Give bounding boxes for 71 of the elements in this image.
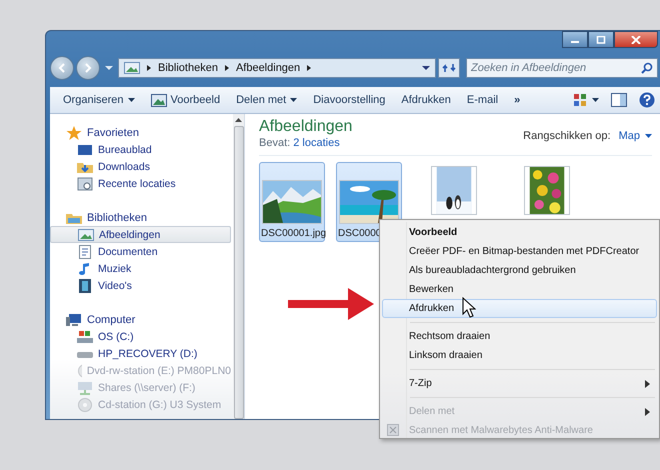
arrange-dropdown[interactable]: Map	[618, 130, 652, 142]
address-bar[interactable]: Bibliotheken Afbeeldingen	[118, 58, 436, 78]
menu-item[interactable]: Linksom draaien	[382, 346, 657, 365]
chevron-icon[interactable]	[222, 64, 231, 72]
toolbar-button[interactable]: Delen met	[229, 92, 304, 108]
nav-item[interactable]: Documenten	[50, 243, 231, 260]
refresh-icon	[442, 62, 456, 74]
chevron-icon[interactable]	[145, 64, 153, 72]
nav-group-header[interactable]: Bibliotheken	[50, 209, 233, 226]
maximize-icon	[596, 36, 606, 44]
nav-item[interactable]: OS (C:)	[50, 328, 231, 345]
nav-item[interactable]: Bureaublad	[50, 141, 231, 158]
nav-item[interactable]: Recente locaties	[50, 175, 231, 192]
toolbar-button[interactable]: Diavoorstelling	[306, 92, 392, 108]
caret-icon	[128, 98, 135, 102]
search-icon[interactable]	[641, 62, 653, 74]
file-tile[interactable]: DSC00001.jpg	[259, 162, 325, 242]
submenu-arrow-icon	[645, 408, 650, 416]
arrange-label: Rangschikken op:	[523, 130, 611, 142]
menu-item[interactable]: Bewerken	[382, 280, 657, 299]
maximize-button[interactable]	[588, 31, 614, 48]
back-button[interactable]	[50, 56, 74, 80]
mouse-cursor-icon	[462, 297, 476, 319]
nav-item[interactable]: Afbeeldingen	[50, 226, 231, 243]
nav-item[interactable]: Video's	[50, 277, 231, 294]
nav-item[interactable]: Muziek	[50, 260, 231, 277]
pictures-icon	[124, 62, 140, 74]
pic-icon	[78, 228, 94, 242]
view-grid-icon	[573, 93, 599, 107]
locations-link[interactable]: 2 locaties	[293, 137, 340, 149]
dropdown-icon[interactable]	[422, 65, 430, 71]
star-icon	[66, 126, 82, 140]
menu-item[interactable]: 7-Zip	[382, 374, 657, 393]
toolbar-button[interactable]: Organiseren	[56, 92, 142, 108]
toolbar-button[interactable]: Voorbeeld	[144, 92, 228, 108]
doc-icon	[77, 244, 93, 258]
breadcrumb[interactable]: Afbeeldingen	[236, 62, 300, 74]
nav-item[interactable]: Downloads	[50, 158, 231, 175]
menu-item[interactable]: Afdrukken	[382, 299, 657, 318]
refresh-button[interactable]	[438, 58, 460, 78]
submenu-arrow-icon	[645, 380, 650, 388]
breadcrumb[interactable]: Bibliotheken	[158, 62, 218, 74]
menu-item[interactable]: Als bureaubladachtergrond gebruiken	[382, 261, 657, 280]
library-title: Afbeeldingen	[259, 118, 352, 136]
nav-group-header[interactable]: Favorieten	[50, 124, 233, 141]
menu-item[interactable]: Creëer PDF- en Bitmap-bestanden met PDFCreator	[382, 242, 657, 261]
preview-icon	[150, 94, 167, 106]
drive-icon	[77, 330, 93, 344]
toolbar-button[interactable]: »	[507, 92, 528, 108]
close-button[interactable]	[614, 31, 658, 48]
close-icon	[631, 36, 641, 44]
video-icon	[77, 278, 93, 292]
menu-item[interactable]: Rechtsom draaien	[382, 327, 657, 346]
nav-item[interactable]: HP_RECOVERY (D:)	[50, 345, 231, 362]
caret-icon	[290, 98, 298, 102]
toolbar-button[interactable]: E-mail	[460, 92, 506, 108]
search-field[interactable]: Zoeken in Afbeeldingen	[466, 58, 658, 78]
file-name: DSC00001.jpg	[260, 228, 326, 239]
forward-button[interactable]	[76, 56, 100, 80]
scrollbar[interactable]	[233, 114, 244, 419]
recent-icon	[77, 176, 93, 190]
caret-icon	[645, 134, 652, 138]
pane-icon	[611, 93, 627, 107]
scroll-up-icon[interactable]	[235, 118, 242, 123]
chevron-icon[interactable]	[305, 64, 314, 72]
minimize-button[interactable]	[562, 31, 588, 48]
help-icon	[639, 92, 655, 108]
contains-label: Bevat:	[259, 137, 290, 149]
nav-group-header[interactable]: Computer	[50, 311, 233, 328]
toolbar-button[interactable]: Afdrukken	[394, 92, 458, 108]
caret-icon[interactable]	[105, 65, 113, 71]
